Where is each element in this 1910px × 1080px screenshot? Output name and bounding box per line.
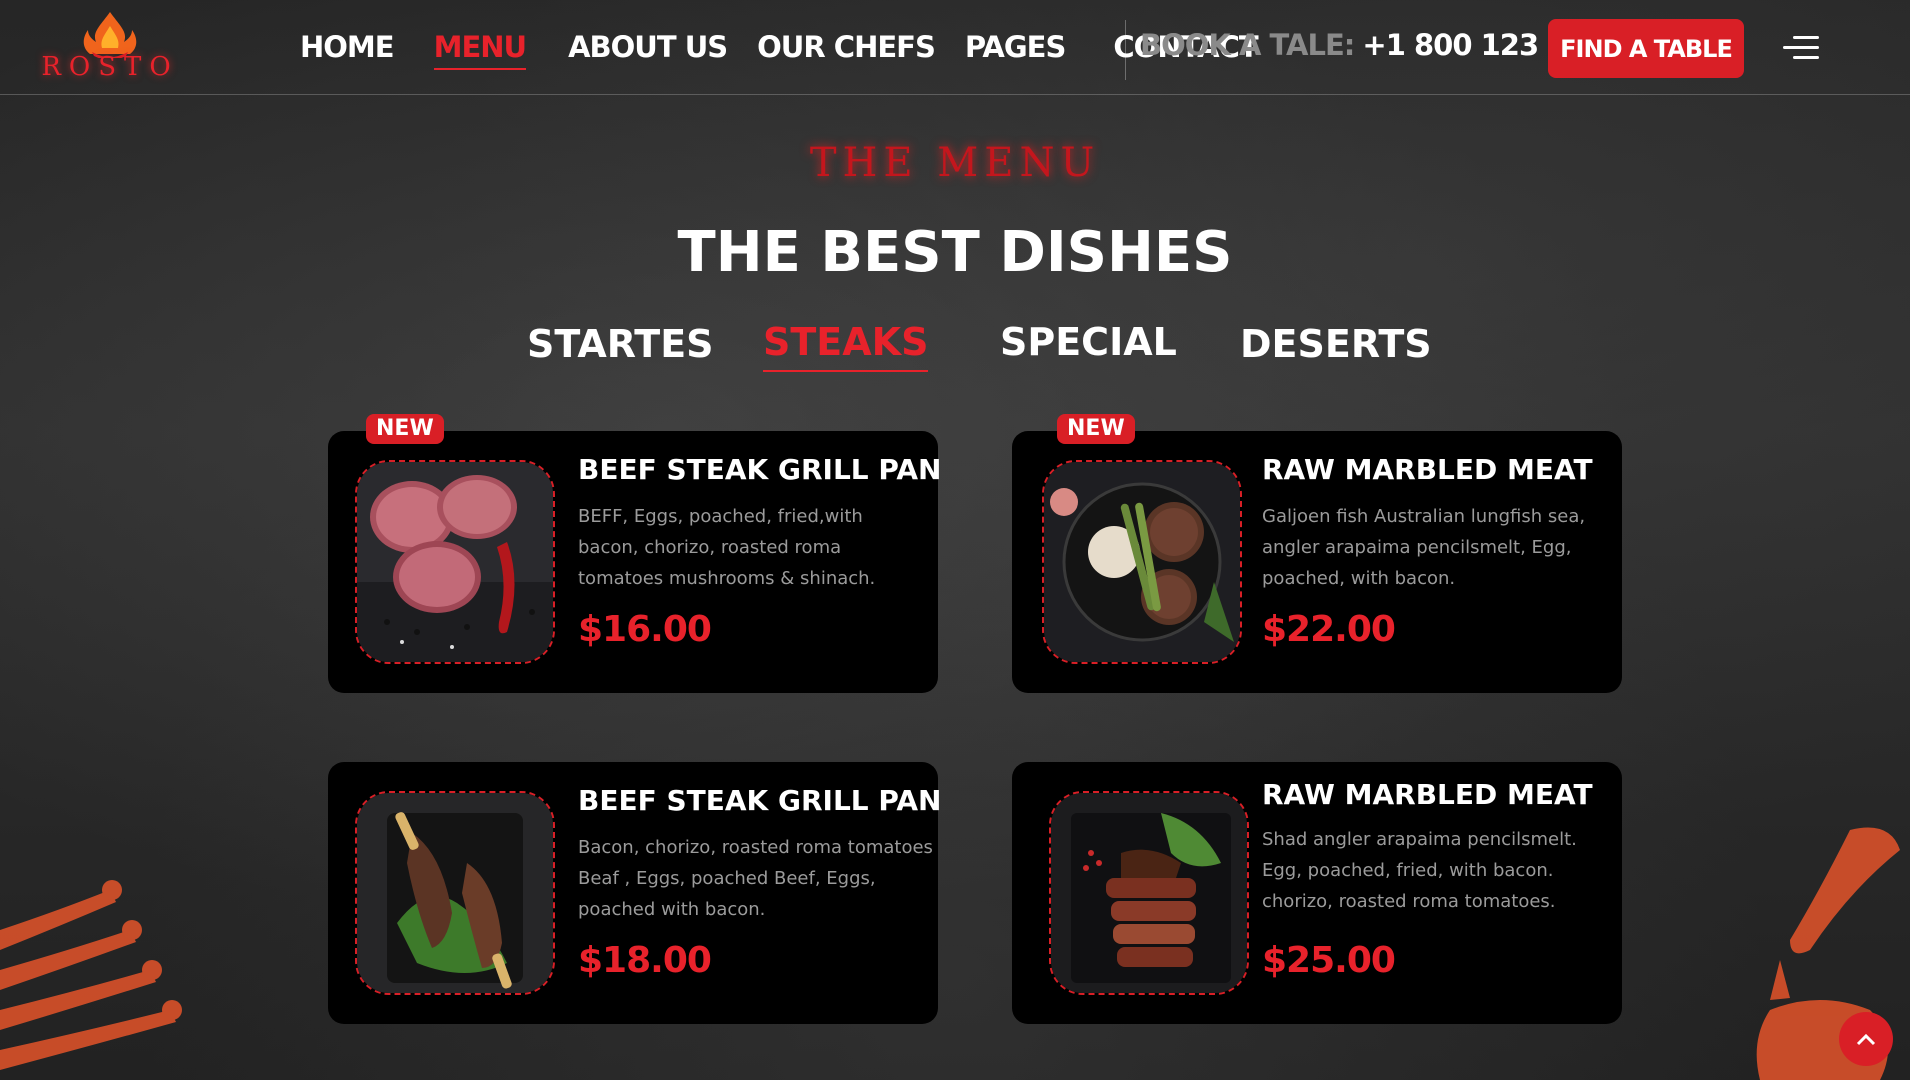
scroll-to-top-button[interactable] (1839, 1012, 1893, 1066)
dish-card[interactable]: BEEF STEAK GRILL PAN BEFF, Eggs, poached… (328, 431, 941, 693)
tab-startes[interactable]: STARTES (527, 322, 714, 366)
lamb-shanks-image (355, 791, 555, 995)
dish-description: Shad angler arapaima pencilsmelt. Egg, p… (1262, 829, 1577, 912)
logo[interactable]: ROSTO (40, 8, 180, 88)
ribs-illustration (0, 880, 182, 1070)
dish-description: Galjoen fish Australian lungfish sea, an… (1262, 506, 1586, 589)
section-kicker: THE MENU (809, 140, 1101, 186)
sausage-slices-image (355, 460, 555, 664)
dish-price: $22.00 (1262, 609, 1396, 650)
booking-label: BOOK A TALE: (1140, 28, 1355, 62)
hamburger-menu-icon[interactable] (1783, 36, 1819, 60)
dish-description: BEFF, Eggs, poached, fried,with bacon, c… (578, 506, 876, 589)
site-header: ROSTO HOME MENU ABOUT US OUR CHEFS PAGES… (0, 0, 1910, 95)
logo-wordmark: ROSTO (41, 52, 179, 82)
new-badge: NEW (1057, 414, 1135, 444)
tab-steaks[interactable]: STEAKS (763, 320, 929, 372)
dish-card[interactable]: BEEF STEAK GRILL PAN Bacon, chorizo, roa… (328, 762, 941, 1024)
nav-about-us[interactable]: ABOUT US (568, 30, 728, 64)
nav-pages[interactable]: PAGES (965, 30, 1067, 64)
new-badge: NEW (366, 414, 444, 444)
dish-name[interactable]: RAW MARBLED MEAT (1262, 453, 1593, 486)
chevron-up-icon (1856, 1033, 1876, 1046)
flame-icon (83, 12, 137, 60)
dish-name[interactable]: BEEF STEAK GRILL PAN (578, 784, 941, 817)
tab-deserts[interactable]: DESERTS (1240, 322, 1432, 366)
dish-description: Bacon, chorizo, roasted roma tomatoes Be… (578, 837, 933, 920)
section-title: THE BEST DISHES (677, 220, 1233, 285)
nav-divider (1125, 20, 1126, 80)
dish-price: $18.00 (578, 940, 712, 981)
grill-pan-steaks-image (1042, 460, 1242, 664)
dish-card[interactable]: RAW MARBLED MEAT Shad angler arapaima pe… (1012, 762, 1622, 1024)
dish-name[interactable]: RAW MARBLED MEAT (1262, 778, 1593, 811)
dish-name[interactable]: BEEF STEAK GRILL PAN (578, 453, 941, 486)
menu-category-tabs: STARTES STEAKS SPECIAL DESERTS (0, 320, 1910, 372)
dish-card[interactable]: RAW MARBLED MEAT Galjoen fish Australian… (1012, 431, 1622, 693)
tab-special[interactable]: SPECIAL (1000, 320, 1177, 364)
dish-price: $16.00 (578, 609, 712, 650)
nav-home[interactable]: HOME (300, 30, 395, 64)
dish-price: $25.00 (1262, 940, 1396, 981)
nav-menu[interactable]: MENU (433, 30, 527, 70)
nav-our-chefs[interactable]: OUR CHEFS (757, 30, 936, 64)
sliced-steak-image (1049, 791, 1249, 995)
find-a-table-button[interactable]: FIND A TABLE (1548, 19, 1744, 78)
